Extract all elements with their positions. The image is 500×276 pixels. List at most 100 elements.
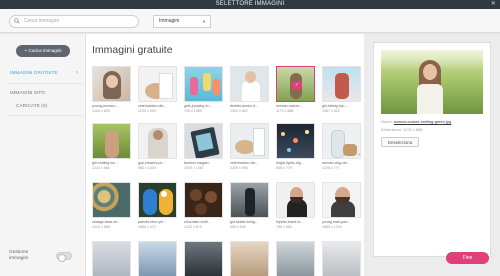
- thumbnail[interactable]: [92, 241, 131, 276]
- thumbnail[interactable]: veterinarian-clin... 1200 x 900: [138, 66, 177, 113]
- sidebar-item-uploaded[interactable]: CARICATE (0): [16, 104, 47, 109]
- gallery-panel: Immagini gratuite young-woman-... 1244 x…: [86, 34, 364, 276]
- thumbnail-caption: bright-lights-nig...: [276, 161, 304, 165]
- thumbnail-image: [92, 123, 131, 159]
- thumbnail-dimensions: 1200 x 900: [138, 109, 156, 113]
- deselect-button[interactable]: Deseleziona: [381, 137, 419, 147]
- thumbnail[interactable]: girl-taking-trip-... 1387 x 822: [322, 66, 361, 113]
- thumbnail-dimensions: 1387 x 822: [322, 109, 340, 113]
- thumbnail-dimensions: 1223 x 879: [184, 225, 202, 229]
- thumbnail[interactable]: [138, 241, 177, 276]
- thumbnail[interactable]: young-woman-... 1244 x 829: [92, 66, 131, 113]
- thumbnail-image: [184, 182, 223, 218]
- dimensions-value: 1173 x 886: [403, 127, 423, 132]
- thumbnail-caption: vintage-taxis-wr...: [92, 220, 120, 224]
- sidebar-item-free-images[interactable]: IMMAGINI GRATUITE: [10, 71, 58, 76]
- thumbnail[interactable]: [230, 241, 269, 276]
- details-panel: Nome: woman-nature-smiling-green.jpg Dim…: [364, 34, 500, 276]
- thumbnail-dimensions: 1688 x 472: [138, 225, 156, 229]
- thumbnail-caption: dentist-doctor-d...: [230, 104, 258, 108]
- thumbnail-image: [322, 66, 361, 102]
- thumbnail-image: [184, 66, 223, 102]
- thumbnail[interactable]: [322, 241, 361, 276]
- thumbnail-image: [276, 241, 315, 276]
- thumbnail-image: [92, 182, 131, 218]
- thumbnail-dimensions: 1198 x 777: [322, 166, 340, 170]
- thumbnail-image: [322, 241, 361, 276]
- thumbnail-caption: chocolate-truffl...: [184, 220, 211, 224]
- done-button[interactable]: Fine: [446, 252, 489, 264]
- thumbnail[interactable]: chocolate-truffl... 1223 x 879: [184, 182, 223, 229]
- thumbnail[interactable]: [184, 241, 223, 276]
- thumbnail-caption: parrots-blue-yel...: [138, 220, 166, 224]
- thumbnail-dimensions: 2000 x 1267: [184, 166, 204, 170]
- thumbnail[interactable]: dentist-doctor-d... 1302 x 822: [230, 66, 269, 113]
- toolbar: Cerca immagini Immagini ▼: [0, 9, 500, 33]
- thumbnail-image: [230, 182, 269, 218]
- thumbnail-image: [184, 241, 223, 276]
- divider: [8, 115, 82, 116]
- thumbnail-image: [138, 123, 177, 159]
- chevron-down-icon: ▼: [202, 19, 206, 24]
- thumbnail[interactable]: bright-lights-nig... 846 x 779: [276, 123, 315, 170]
- thumbnail-selected[interactable]: ✓ woman-nature-... 1173 x 886: [276, 66, 315, 113]
- preview-image: [381, 50, 483, 114]
- thumbnail-dimensions: 964 x 1444: [138, 166, 156, 170]
- sidebar-item-site-images[interactable]: IMMAGINI SITO: [10, 91, 45, 96]
- upload-label: Carica immagini: [28, 48, 62, 53]
- thumbnail-caption: young-woman-...: [92, 104, 119, 108]
- thumbnail[interactable]: vintage-taxis-wr... 1023 x 888: [92, 182, 131, 229]
- manage-label-text: Gestione immagini: [9, 250, 29, 261]
- manage-images-label: Gestione immagini: [9, 250, 41, 262]
- thumbnail-image: [92, 66, 131, 102]
- thumbnail[interactable]: woman-dog-vet... 1198 x 777: [322, 123, 361, 170]
- thumbnail[interactable]: hipster-black-w... 788 x 960: [276, 182, 315, 229]
- thumbnail[interactable]: girl-skater-bridg... 960 x 640: [230, 182, 269, 229]
- thumbnail-caption: veterinarian-clin...: [230, 161, 259, 165]
- search-icon: [14, 18, 20, 24]
- thumbnail-dimensions: 1200 x 900: [230, 166, 248, 170]
- image-type-select[interactable]: Immagini ▼: [153, 15, 211, 28]
- checkmark-icon: ✓: [292, 81, 302, 89]
- thumbnail-dimensions: 1243 x 886: [92, 166, 110, 170]
- thumbnail-caption: young-man-port...: [322, 220, 351, 224]
- thumbnail-image: [276, 123, 315, 159]
- thumbnail[interactable]: veterinarian-clin... 1200 x 900: [230, 123, 269, 170]
- chevron-right-icon: ›: [76, 70, 78, 76]
- thumbnail-dimensions: 788 x 960: [276, 225, 292, 229]
- gallery-title: Immagini gratuite: [92, 44, 173, 56]
- thumbnail-dimensions: 1173 x 886: [276, 109, 294, 113]
- thumbnail-caption: woman-dog-vet...: [322, 161, 350, 165]
- divider: [8, 83, 82, 84]
- close-icon[interactable]: ✕: [491, 0, 496, 9]
- thumbnail[interactable]: [276, 241, 315, 276]
- thumbnail-image: [322, 182, 361, 218]
- dimensions-label: Dimensioni:: [381, 127, 402, 132]
- thumbnail-image: ✓: [276, 66, 315, 102]
- thumbnail[interactable]: girl-smiling-wo... 1243 x 886: [92, 123, 131, 170]
- thumbnail-caption: girl-smiling-wo...: [92, 161, 118, 165]
- thumbnail-dimensions: 960 x 640: [230, 225, 246, 229]
- manage-images-toggle[interactable]: [56, 252, 72, 262]
- thumbnail-image: [230, 123, 269, 159]
- thumbnail[interactable]: guy-viewers-ph... 964 x 1444: [138, 123, 177, 170]
- file-name-label: Nome:: [381, 119, 393, 124]
- dimensions-row: Dimensioni: 1173 x 886: [381, 127, 423, 132]
- thumbnail[interactable]: parrots-blue-yel... 1688 x 472: [138, 182, 177, 229]
- thumbnail-caption: guy-viewers-ph...: [138, 161, 166, 165]
- thumbnail[interactable]: young-man-port... 1680 x 1204: [322, 182, 361, 229]
- thumbnail-dimensions: 1023 x 888: [92, 225, 110, 229]
- thumbnail-image: [230, 66, 269, 102]
- search-input[interactable]: Cerca immagini: [9, 15, 139, 28]
- thumbnail-dimensions: 1680 x 1204: [322, 225, 342, 229]
- thumbnail[interactable]: fashion-magazi... 2000 x 1267: [184, 123, 223, 170]
- thumbnail-caption: hipster-black-w...: [276, 220, 303, 224]
- thumbnail-image: [230, 241, 269, 276]
- thumbnail-dimensions: 1244 x 829: [92, 109, 110, 113]
- upload-images-button[interactable]: + Carica immagini: [16, 45, 70, 57]
- thumbnail-image: [184, 123, 223, 159]
- details-card: Nome: woman-nature-smiling-green.jpg Dim…: [373, 42, 491, 257]
- file-name-value[interactable]: woman-nature-smiling-green.jpg: [394, 119, 451, 124]
- thumbnail[interactable]: girls-jumping-fo... 725 x 1089: [184, 66, 223, 113]
- thumbnail-image: [92, 241, 131, 276]
